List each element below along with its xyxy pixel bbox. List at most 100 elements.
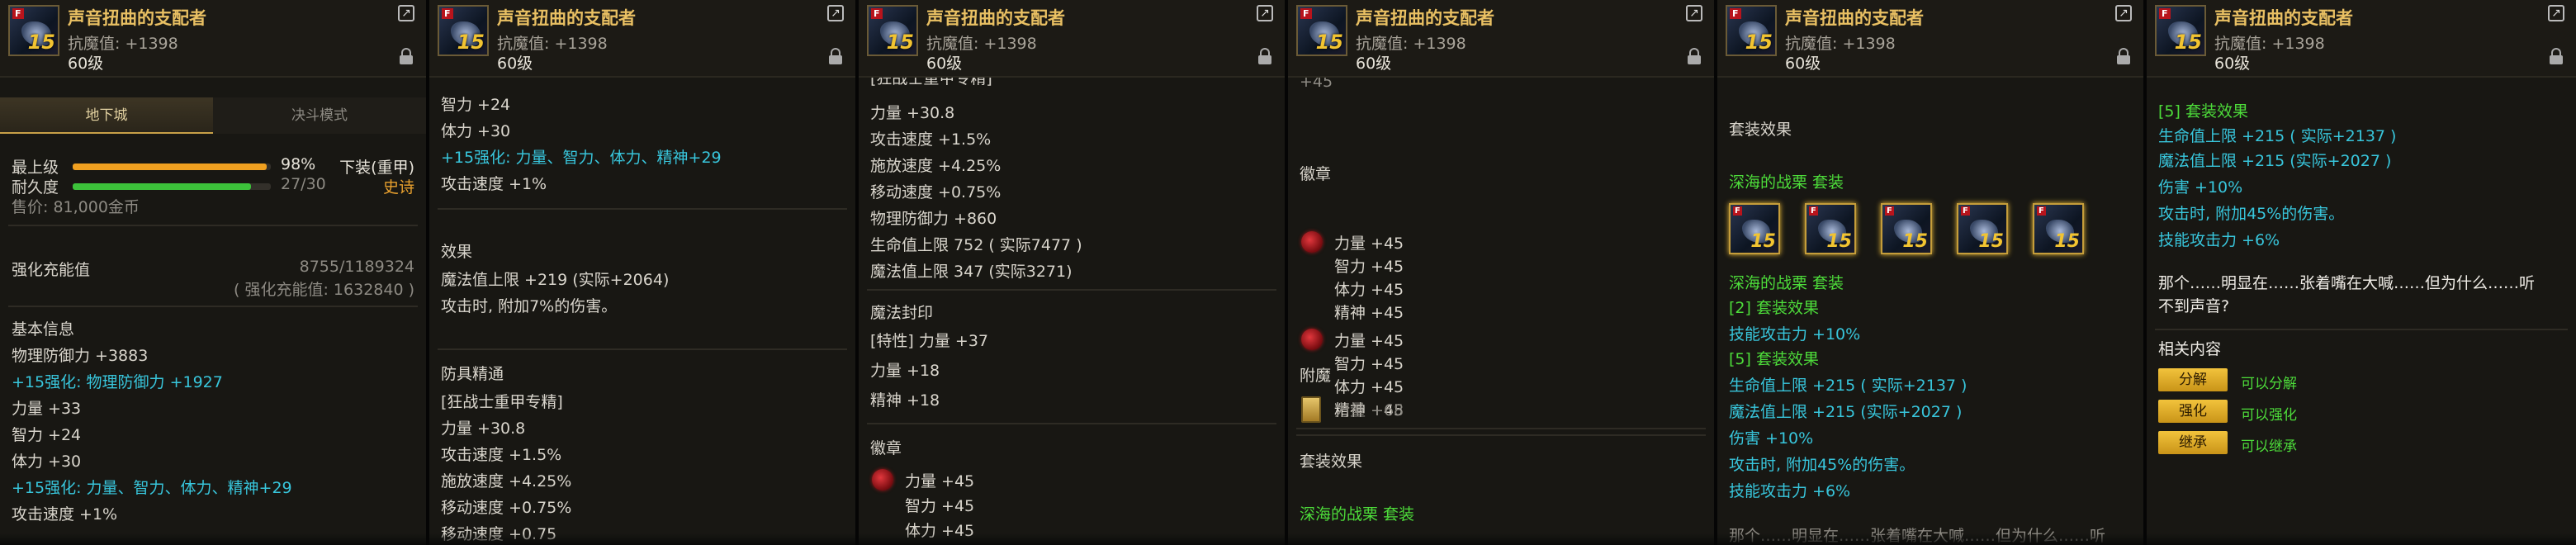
mastery-str: 力量 +30.8	[441, 419, 526, 438]
tab-dungeon[interactable]: 地下城	[0, 97, 213, 134]
lock-icon[interactable]	[1258, 48, 1271, 64]
item-icon-level: 15	[1745, 31, 1773, 54]
item-resist: 抗魔值: +1398	[2214, 35, 2325, 53]
emblem-str: 力量 +45	[905, 472, 975, 490]
tooltip-header: F 15 声音扭曲的支配者 抗魔值: +1398 60级 ↗	[429, 0, 855, 78]
durability-label: 耐久度	[12, 178, 59, 197]
set-item-icon[interactable]: F 15	[1957, 203, 2008, 254]
emblem-title: 徽章	[870, 439, 902, 457]
item-level: 60级	[1356, 54, 1392, 73]
item-name: 声音扭曲的支配者	[926, 8, 1065, 28]
tooltip-panel-4: F 15 声音扭曲的支配者 抗魔值: +1398 60级 ↗ +45 徽章 力量 …	[1288, 0, 1717, 545]
set-item-icon[interactable]: F 15	[1729, 203, 1780, 254]
tooltip-panel-5: F 15 声音扭曲的支配者 抗魔值: +1398 60级 ↗ 套装效果 深海的战栗…	[1717, 0, 2147, 545]
flavor-text-line-2: 不到声音?	[2158, 297, 2230, 315]
set-mp: 魔法值上限 +215 (实际+2027 )	[1729, 403, 1963, 421]
sell-price: 售价: 81,000金币	[12, 198, 140, 216]
set-item-icon[interactable]: F 15	[1805, 203, 1856, 254]
enchant-card-icon	[1301, 396, 1321, 423]
seal-str: 力量 +18	[870, 362, 940, 380]
item-icon-badge: F	[871, 8, 883, 19]
lock-icon[interactable]	[1688, 48, 1701, 64]
item-icon-level: 15	[457, 31, 485, 54]
atk-speed: 攻击速度 +1%	[12, 505, 118, 524]
lock-icon[interactable]	[2117, 48, 2130, 64]
set-name: 深海的战栗 套装	[1300, 505, 1415, 524]
reinforce-stats: +15强化: 力量、智力、体力、精神+29	[441, 149, 722, 167]
item-resist: 抗魔值: +1398	[1785, 35, 1896, 53]
tooltip-header: F 15 声音扭曲的支配者 抗魔值: +1398 60级 ↗	[1288, 0, 1714, 78]
tooltip-panel-1: F 15 声音扭曲的支配者 抗魔值: +1398 60级 ↗ 地下城 决斗模式 最…	[0, 0, 429, 545]
reinforce-total: ( 强化充能值: 1632840 )	[234, 281, 414, 299]
reinforce-label: 可以强化	[2241, 407, 2297, 424]
item-icon-level: 15	[1315, 31, 1343, 54]
mastery-phys-def: 物理防御力 +860	[870, 210, 997, 228]
flavor-text-line-1: 那个……明显在……张着嘴在大喊……但为什么……听	[2158, 274, 2536, 292]
item-icon: F 15	[1726, 5, 1777, 56]
emblem-int: 智力 +45	[1334, 355, 1404, 373]
reinforce-value: 8755/1189324	[299, 258, 414, 276]
share-icon[interactable]: ↗	[398, 5, 414, 21]
reinforce-def: +15强化: 物理防御力 +1927	[12, 373, 223, 391]
share-icon[interactable]: ↗	[2115, 5, 2132, 21]
item-icon: F 15	[438, 5, 489, 56]
item-icon-badge: F	[442, 8, 453, 19]
mastery-move-speed: 移动速度 +0.75%	[441, 499, 572, 517]
share-icon[interactable]: ↗	[827, 5, 844, 21]
divider	[438, 208, 847, 210]
set-dmg-desc: 攻击时, 附加45%的伤害。	[1729, 456, 1915, 474]
inherit-button[interactable]: 继承	[2158, 431, 2228, 454]
item-icon: F 15	[8, 5, 59, 56]
tooltip-panel-6: F 15 声音扭曲的支配者 抗魔值: +1398 60级 ↗ [5] 套装效果 生…	[2147, 0, 2576, 545]
item-level: 60级	[2214, 54, 2251, 73]
disassemble-label: 可以分解	[2241, 376, 2297, 392]
mastery-move-speed: 移动速度 +0.75%	[870, 183, 1002, 201]
divider	[1296, 434, 1706, 436]
effect-mp: 魔法值上限 +219 (实际+2064)	[441, 271, 670, 289]
set-item-icon[interactable]: F 15	[2033, 203, 2084, 254]
item-icon-badge: F	[1300, 8, 1312, 19]
lock-icon[interactable]	[400, 48, 413, 64]
set-mp: 魔法值上限 +215 (实际+2027 )	[2158, 152, 2392, 170]
mastery-cast-speed: 施放速度 +4.25%	[441, 472, 572, 490]
set-bonus-2: [2] 套装效果	[1729, 299, 1819, 317]
emblem-icon	[1301, 329, 1323, 350]
tab-duel[interactable]: 决斗模式	[213, 97, 426, 134]
grade-label: 最上级	[12, 159, 59, 177]
item-icon: F 15	[2155, 5, 2206, 56]
item-resist: 抗魔值: +1398	[1356, 35, 1466, 53]
disassemble-button[interactable]: 分解	[2158, 368, 2228, 391]
set-bonus-5: [5] 套装效果	[1729, 350, 1819, 368]
mastery-atk-speed: 攻击速度 +1.5%	[441, 446, 562, 464]
share-icon[interactable]: ↗	[1686, 5, 1702, 21]
seal-special: [特性] 力量 +37	[870, 332, 989, 350]
share-icon[interactable]: ↗	[2548, 5, 2564, 21]
item-icon-badge: F	[12, 8, 24, 19]
atk-speed: 攻击速度 +1%	[441, 175, 547, 193]
lock-icon[interactable]	[829, 48, 842, 64]
durability-value: 27/30	[281, 175, 326, 193]
item-level: 60级	[68, 54, 104, 73]
mastery-cast-speed: 施放速度 +4.25%	[870, 157, 1002, 175]
stat-vit: 体力 +30	[441, 122, 511, 140]
lock-icon[interactable]	[2550, 48, 2563, 64]
stat-int: 智力 +24	[12, 426, 82, 444]
set-name: 深海的战栗 套装	[1729, 173, 1844, 192]
effect-desc: 攻击时, 附加7%的伤害。	[441, 297, 618, 315]
set-item-icon[interactable]: F 15	[1881, 203, 1932, 254]
tooltip-strip: F 15 声音扭曲的支配者 抗魔值: +1398 60级 ↗ 地下城 决斗模式 最…	[0, 0, 2576, 545]
item-name: 声音扭曲的支配者	[2214, 8, 2353, 28]
emblem-str: 力量 +45	[1334, 332, 1404, 350]
emblem-spirit: 精神 +45	[1334, 304, 1404, 322]
divider	[867, 289, 1276, 291]
item-icon: F 15	[867, 5, 918, 56]
set-hp: 生命值上限 +215 ( 实际+2137 )	[1729, 377, 1968, 395]
reinforce-button[interactable]: 强化	[2158, 400, 2228, 423]
grade-bar	[73, 164, 271, 170]
item-resist: 抗魔值: +1398	[497, 35, 608, 53]
rarity: 史诗	[382, 178, 414, 197]
divider	[8, 306, 418, 307]
emblem-icon	[872, 469, 893, 490]
phys-def: 物理防御力 +3883	[12, 347, 149, 365]
share-icon[interactable]: ↗	[1257, 5, 1273, 21]
